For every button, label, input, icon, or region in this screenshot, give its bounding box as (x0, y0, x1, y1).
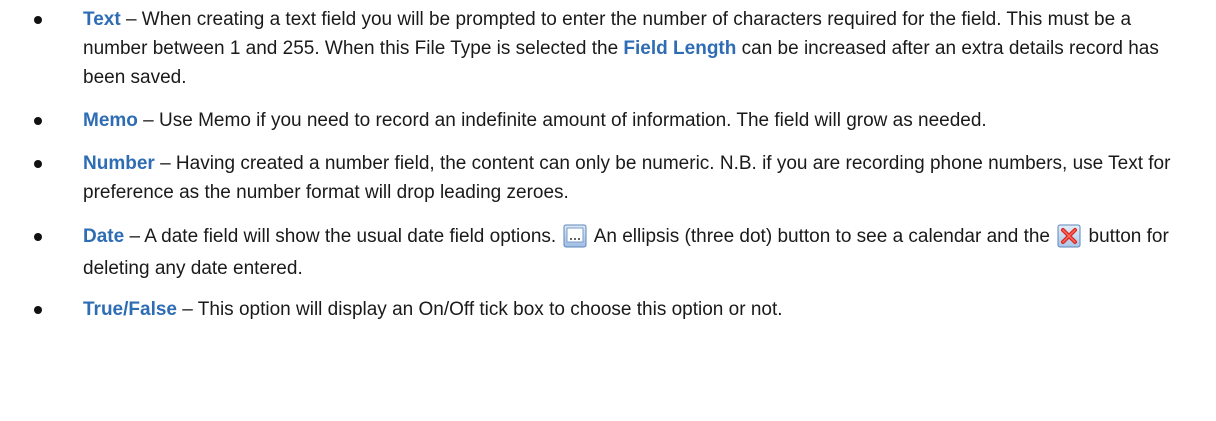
bullet-icon (34, 233, 42, 241)
term-label: Memo (83, 110, 138, 131)
document-page: Text – When creating a text field you wi… (0, 0, 1216, 421)
list-item-date: Date – A date field will show the usual … (0, 221, 1216, 285)
bullet-icon (34, 160, 42, 168)
term-label: True/False (83, 299, 177, 320)
term-label: Number (83, 153, 155, 174)
item-text: – Use Memo if you need to record an inde… (137, 110, 987, 131)
delete-x-icon (1057, 224, 1081, 248)
list-item-number: Number – Having created a number field, … (0, 149, 1216, 207)
field-length-reference: Field Length (623, 38, 737, 59)
item-text: – This option will display an On/Off tic… (177, 299, 783, 320)
term-label: Text (83, 9, 121, 30)
list-item-true-false: True/False – This option will display an… (0, 295, 1216, 324)
field-type-list: Text – When creating a text field you wi… (0, 5, 1216, 324)
bullet-icon (34, 306, 42, 314)
list-item-memo: Memo – Use Memo if you need to record an… (0, 106, 1216, 135)
term-label: Date (83, 226, 125, 247)
bullet-icon (34, 16, 42, 24)
item-text: An ellipsis (three dot) button to see a … (589, 226, 1056, 247)
list-item-text: Text – When creating a text field you wi… (0, 5, 1216, 92)
item-text: – Having created a number field, the con… (83, 153, 1171, 203)
ellipsis-button-icon (563, 224, 587, 248)
bullet-icon (34, 117, 42, 125)
item-text: – A date field will show the usual date … (124, 226, 562, 247)
